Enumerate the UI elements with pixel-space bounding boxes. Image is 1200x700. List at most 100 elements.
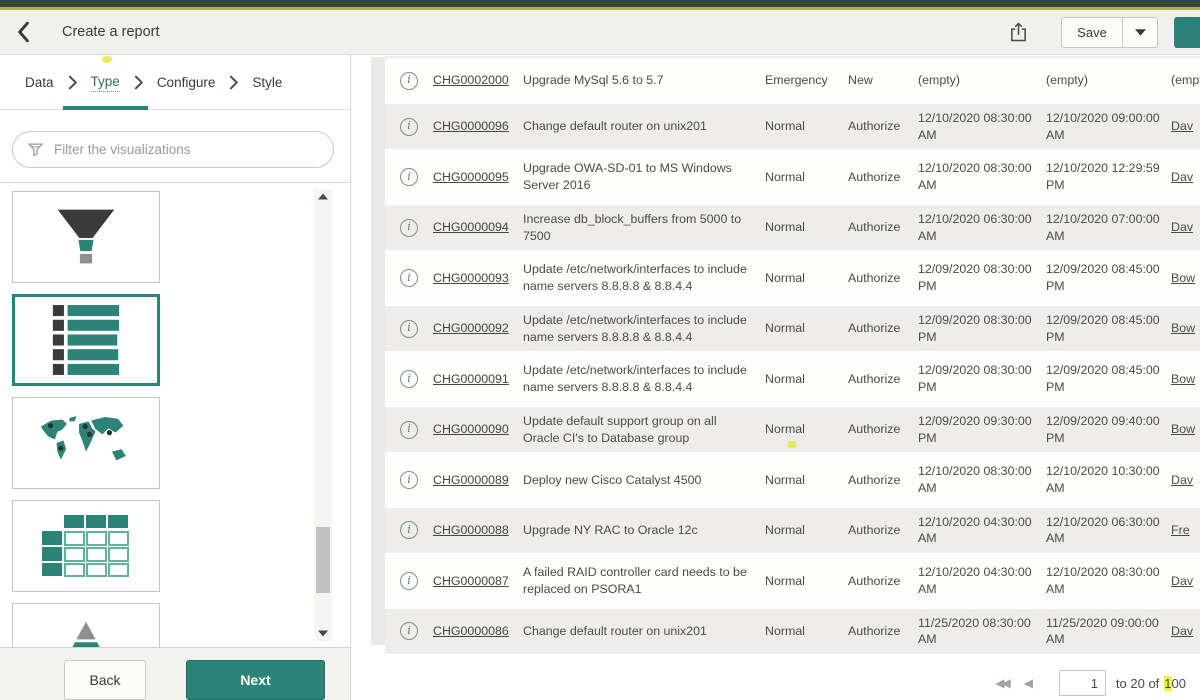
tab-data[interactable]: Data: [25, 73, 54, 92]
priority-cell: Normal: [765, 522, 848, 539]
priority-cell: Emergency: [765, 72, 848, 89]
info-icon[interactable]: i: [400, 421, 418, 439]
assigned-to-link[interactable]: Dav: [1171, 169, 1200, 186]
change-number-link[interactable]: CHG0000090: [433, 421, 523, 438]
assigned-to-link[interactable]: Dav: [1171, 219, 1200, 236]
change-number-link[interactable]: CHG0000092: [433, 320, 523, 337]
assigned-to-link[interactable]: Dav: [1171, 118, 1200, 135]
state-cell: Authorize: [848, 623, 918, 640]
save-dropdown-button[interactable]: [1123, 17, 1158, 48]
info-icon[interactable]: i: [400, 471, 418, 489]
clipped-action-button[interactable]: [1174, 17, 1200, 48]
planned-start-cell: 12/10/2020 04:30:00 AM: [918, 564, 1046, 597]
wizard-back-button[interactable]: Back: [64, 660, 146, 700]
assigned-to-link[interactable]: Bow: [1171, 320, 1200, 337]
list-chart-icon: [40, 303, 132, 377]
viz-type-map[interactable]: [12, 397, 160, 489]
main-layout: Data Type Configure Style: [0, 55, 1200, 700]
tab-style[interactable]: Style: [252, 73, 282, 92]
short-description-cell: Upgrade OWA-SD-01 to MS Windows Server 2…: [523, 160, 765, 193]
visualization-filter[interactable]: [12, 131, 334, 168]
assigned-to-link[interactable]: Bow: [1171, 270, 1200, 287]
assigned-to-link[interactable]: Fre: [1171, 522, 1200, 539]
info-icon[interactable]: i: [400, 320, 418, 338]
change-number-link[interactable]: CHG0000095: [433, 169, 523, 186]
viz-type-pivot[interactable]: [12, 500, 160, 592]
previous-page-button[interactable]: ◀: [1024, 676, 1033, 690]
save-button[interactable]: Save: [1061, 17, 1123, 48]
tab-type[interactable]: Type: [91, 72, 120, 92]
table-row[interactable]: i CHG0000093 Update /etc/network/interfa…: [385, 255, 1200, 305]
scroll-down-icon: [318, 630, 328, 637]
priority-cell: Normal: [765, 118, 848, 135]
info-icon[interactable]: i: [400, 168, 418, 186]
viz-type-funnel[interactable]: [12, 191, 160, 283]
assigned-to-link[interactable]: Bow: [1171, 421, 1200, 438]
assigned-to-link[interactable]: Bow: [1171, 371, 1200, 388]
viz-list-scrollbar[interactable]: [314, 189, 332, 641]
first-page-button[interactable]: ◀◀: [995, 676, 1007, 690]
table-row[interactable]: i CHG0000088 Upgrade NY RAC to Oracle 12…: [385, 508, 1200, 558]
table-row[interactable]: i CHG0000090 Update default support grou…: [385, 407, 1200, 457]
short-description-cell: Change default router on unix201: [523, 118, 765, 135]
info-icon[interactable]: i: [400, 521, 418, 539]
change-number-link[interactable]: CHG0000087: [433, 573, 523, 590]
info-icon[interactable]: i: [400, 370, 418, 388]
state-cell: Authorize: [848, 169, 918, 186]
change-number-link[interactable]: CHG0000094: [433, 219, 523, 236]
info-icon[interactable]: i: [400, 269, 418, 287]
priority-cell: Normal: [765, 371, 848, 388]
change-number-link[interactable]: CHG0002000: [433, 72, 523, 89]
short-description-cell: Upgrade NY RAC to Oracle 12c: [523, 522, 765, 539]
share-button[interactable]: [1003, 17, 1033, 47]
table-row[interactable]: i CHG0000087 A failed RAID controller ca…: [385, 558, 1200, 608]
info-icon[interactable]: i: [400, 622, 418, 640]
change-number-link[interactable]: CHG0000088: [433, 522, 523, 539]
browser-top-strip: [0, 0, 1200, 7]
back-button[interactable]: [16, 18, 40, 46]
table-row[interactable]: i CHG0000092 Update /etc/network/interfa…: [385, 306, 1200, 356]
table-row[interactable]: i CHG0002000 Upgrade MySql 5.6 to 5.7 Em…: [385, 62, 1200, 104]
table-left-scrollbar[interactable]: [371, 57, 385, 645]
pyramid-chart-icon: [37, 620, 135, 647]
planned-start-cell: 12/10/2020 08:30:00 AM: [918, 110, 1046, 143]
visualization-list: [0, 182, 350, 647]
table-row[interactable]: i CHG0000096 Change default router on un…: [385, 104, 1200, 154]
info-icon[interactable]: i: [400, 72, 418, 90]
state-cell: New: [848, 72, 918, 89]
assigned-to-link[interactable]: (empty): [1171, 72, 1200, 89]
change-number-link[interactable]: CHG0000089: [433, 472, 523, 489]
short-description-cell: Update /etc/network/interfaces to includ…: [523, 312, 765, 345]
table-row[interactable]: i CHG0000091 Update /etc/network/interfa…: [385, 356, 1200, 406]
info-icon[interactable]: i: [400, 219, 418, 237]
change-number-link[interactable]: CHG0000091: [433, 371, 523, 388]
save-button-group: Save: [1061, 17, 1158, 48]
wizard-next-button[interactable]: Next: [186, 660, 325, 700]
assigned-to-link[interactable]: Dav: [1171, 623, 1200, 640]
filter-input[interactable]: [54, 142, 319, 157]
priority-cell: Normal: [765, 623, 848, 640]
state-cell: Authorize: [848, 421, 918, 438]
table-row[interactable]: i CHG0000086 Change default router on un…: [385, 609, 1200, 659]
change-number-link[interactable]: CHG0000086: [433, 623, 523, 640]
assigned-to-link[interactable]: Dav: [1171, 472, 1200, 489]
viz-type-pyramid[interactable]: [12, 603, 160, 647]
info-icon[interactable]: i: [400, 572, 418, 590]
table-row[interactable]: i CHG0000089 Deploy new Cisco Catalyst 4…: [385, 457, 1200, 507]
short-description-cell: Update default support group on all Orac…: [523, 413, 765, 446]
tab-configure[interactable]: Configure: [157, 73, 216, 92]
planned-start-cell: 12/09/2020 08:30:00 PM: [918, 362, 1046, 395]
viz-type-list[interactable]: [12, 294, 160, 386]
table-row[interactable]: i CHG0000095 Upgrade OWA-SD-01 to MS Win…: [385, 154, 1200, 204]
change-number-link[interactable]: CHG0000093: [433, 270, 523, 287]
total-count-label: 100: [1164, 676, 1186, 691]
short-description-cell: Upgrade MySql 5.6 to 5.7: [523, 72, 765, 89]
info-icon[interactable]: i: [400, 118, 418, 136]
assigned-to-link[interactable]: Dav: [1171, 573, 1200, 590]
planned-end-cell: 12/09/2020 09:40:00 PM: [1046, 413, 1171, 446]
table-row[interactable]: i CHG0000094 Increase db_block_buffers f…: [385, 205, 1200, 255]
scrollbar-thumb[interactable]: [316, 527, 330, 593]
change-number-link[interactable]: CHG0000096: [433, 118, 523, 135]
priority-cell: Normal: [765, 270, 848, 287]
page-number-input[interactable]: [1059, 670, 1106, 696]
